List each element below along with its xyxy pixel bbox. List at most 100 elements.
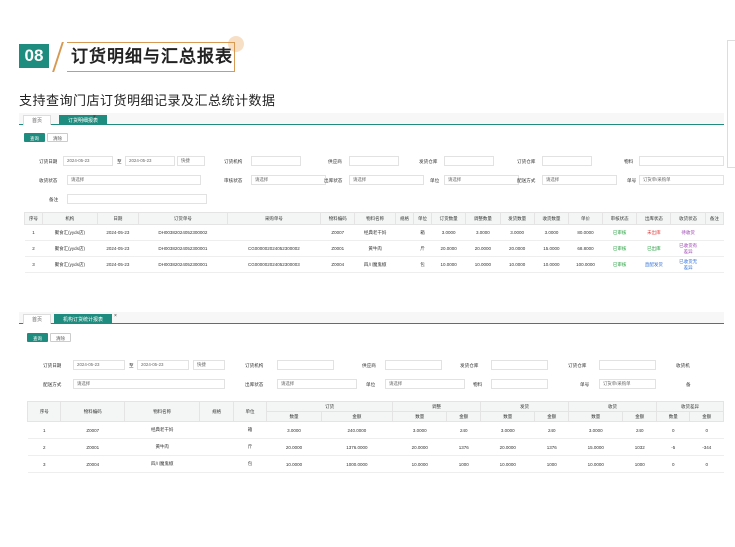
date-to-input[interactable]: 2024-05-23	[137, 360, 189, 370]
delivery-select[interactable]: 请选择	[542, 175, 617, 185]
cell	[199, 438, 234, 456]
col-header: 订货数量	[431, 212, 467, 225]
date-from-input[interactable]: 2024-05-23	[63, 156, 113, 166]
remark-input[interactable]	[67, 194, 207, 204]
close-icon[interactable]: ×	[93, 114, 96, 120]
section-description: 支持查询门店订货明细记录及汇总统计数据	[19, 93, 276, 108]
placeholder: 请选择	[448, 177, 462, 182]
org-label: 订货机构	[224, 159, 243, 164]
cell: 10.0000	[568, 455, 623, 473]
placeholder: 请选择	[255, 177, 269, 182]
cell: 20.0000	[431, 240, 466, 257]
table-row[interactable]: 2 聚食汇(yyds店) 2024-05-23 DH00382024052300…	[24, 240, 724, 257]
table-row[interactable]: 1 聚食汇(yyds店) 2024-05-23 DH00382024052300…	[24, 224, 724, 241]
cell: Z0001	[60, 438, 125, 456]
quick-select[interactable]: 快捷	[177, 156, 205, 166]
cell	[395, 240, 414, 257]
table-row[interactable]: 2 Z0001 黄牛肉 斤 20.0000 1376.0000 20.0000 …	[27, 438, 724, 456]
unit-select[interactable]: 请选择	[444, 175, 519, 185]
date-separator: 至	[129, 363, 134, 368]
cell: 2024-05-23	[97, 256, 139, 273]
quick-label: 快捷	[197, 362, 206, 367]
reset-button[interactable]: 清除	[47, 133, 68, 142]
tab-home[interactable]: 首页	[23, 115, 52, 125]
cell: 3.0000	[500, 224, 535, 241]
order-warehouse-input[interactable]	[542, 156, 592, 166]
cell: 10.0000	[534, 256, 569, 273]
doc-no-input[interactable]: 订货单/采购单	[599, 379, 656, 389]
doc-no-input[interactable]: 订货单/采购单	[639, 175, 724, 185]
cell: 240	[446, 421, 481, 439]
warehouse-input[interactable]	[491, 360, 548, 370]
col-header: 规格	[199, 401, 234, 422]
order-detail-report-screenshot: 首页 订货明细报表 × 查询 清除 订货日期 2024-05-23 至 2024…	[19, 113, 724, 303]
sub-header: 数量	[567, 411, 624, 422]
col-header: 发货数量	[499, 212, 535, 225]
cell: 0	[689, 421, 724, 439]
placeholder: 请选择	[77, 381, 91, 386]
cell: 240.0000	[321, 421, 393, 439]
receive-status: 待收货	[670, 224, 706, 241]
warehouse-input[interactable]	[444, 156, 494, 166]
warehouse-label: 发货仓库	[419, 159, 438, 164]
col-header: 审核状态	[601, 212, 638, 225]
close-icon[interactable]: ×	[114, 313, 117, 319]
placeholder: 请选择	[389, 381, 403, 386]
query-button[interactable]: 查询	[27, 333, 48, 342]
cell: 斤	[233, 438, 267, 456]
tab-bar: 首页 机构订货统计报表 ×	[19, 312, 724, 324]
cell: 1376.0000	[321, 438, 393, 456]
cell: 1000	[622, 455, 657, 473]
date-to-input[interactable]: 2024-05-23	[125, 156, 175, 166]
group-header: 调整	[391, 401, 481, 412]
tab-org-order-stats[interactable]: 机构订货统计报表	[54, 314, 113, 324]
tab-order-detail[interactable]: 订货明细报表	[59, 115, 108, 125]
sub-header: 金额	[446, 411, 481, 422]
org-input[interactable]	[251, 156, 301, 166]
query-button[interactable]: 查询	[24, 133, 45, 142]
remark-label: 备	[686, 382, 691, 387]
cell: CG000002024052300003	[227, 256, 321, 273]
table-row[interactable]: 3 Z0004 四川魔鬼椒 包 10.0000 1000.0000 10.000…	[27, 455, 724, 473]
sub-header: 金额	[534, 411, 569, 422]
cell: 20.0000	[480, 438, 535, 456]
delivery-select[interactable]: 请选择	[73, 379, 225, 389]
out-status-select[interactable]: 请选择	[349, 175, 424, 185]
cell: 240	[622, 421, 657, 439]
out-status-select[interactable]: 请选择	[277, 379, 357, 389]
col-header: 物料名称	[354, 212, 396, 225]
cell: 1032	[622, 438, 657, 456]
cell: 20.0000	[500, 240, 535, 257]
date-from-input[interactable]: 2024-05-23	[73, 360, 125, 370]
org-label: 订货机构	[245, 363, 264, 368]
quick-select[interactable]: 快捷	[193, 360, 225, 370]
goods-input[interactable]	[491, 379, 548, 389]
table-row[interactable]: 3 聚食汇(yyds店) 2024-05-23 DH00382024052300…	[24, 256, 724, 273]
unit-label: 单位	[366, 382, 376, 387]
reset-button[interactable]: 清除	[50, 333, 71, 342]
cell: 20.0000	[465, 240, 501, 257]
supplier-input[interactable]	[385, 360, 442, 370]
cell	[705, 240, 724, 257]
cell: Z0001	[320, 240, 355, 257]
tab-home[interactable]: 首页	[23, 314, 52, 324]
cell: -344	[689, 438, 724, 456]
goods-input[interactable]	[639, 156, 724, 166]
supplier-input[interactable]	[349, 156, 399, 166]
table-row[interactable]: 1 Z0007 经典老干妈 箱 3.0000 240.0000 3.0000 2…	[27, 421, 724, 439]
out-status-label: 出库状态	[324, 178, 343, 183]
cell: 黄牛肉	[124, 438, 200, 456]
col-header: 物料编码	[60, 401, 126, 422]
cell: 1376	[446, 438, 481, 456]
unit-select[interactable]: 请选择	[385, 379, 465, 389]
order-warehouse-input[interactable]	[599, 360, 656, 370]
audit-status-select[interactable]: 请选择	[251, 175, 326, 185]
cell: 经典老干妈	[354, 224, 396, 241]
cell: 2	[24, 240, 43, 257]
cell: 3.0000	[568, 421, 623, 439]
cell: 1000	[534, 455, 569, 473]
receive-status-select[interactable]: 请选择	[67, 175, 201, 185]
cell	[227, 224, 321, 241]
org-input[interactable]	[277, 360, 334, 370]
col-header: 订货单号	[138, 212, 228, 225]
